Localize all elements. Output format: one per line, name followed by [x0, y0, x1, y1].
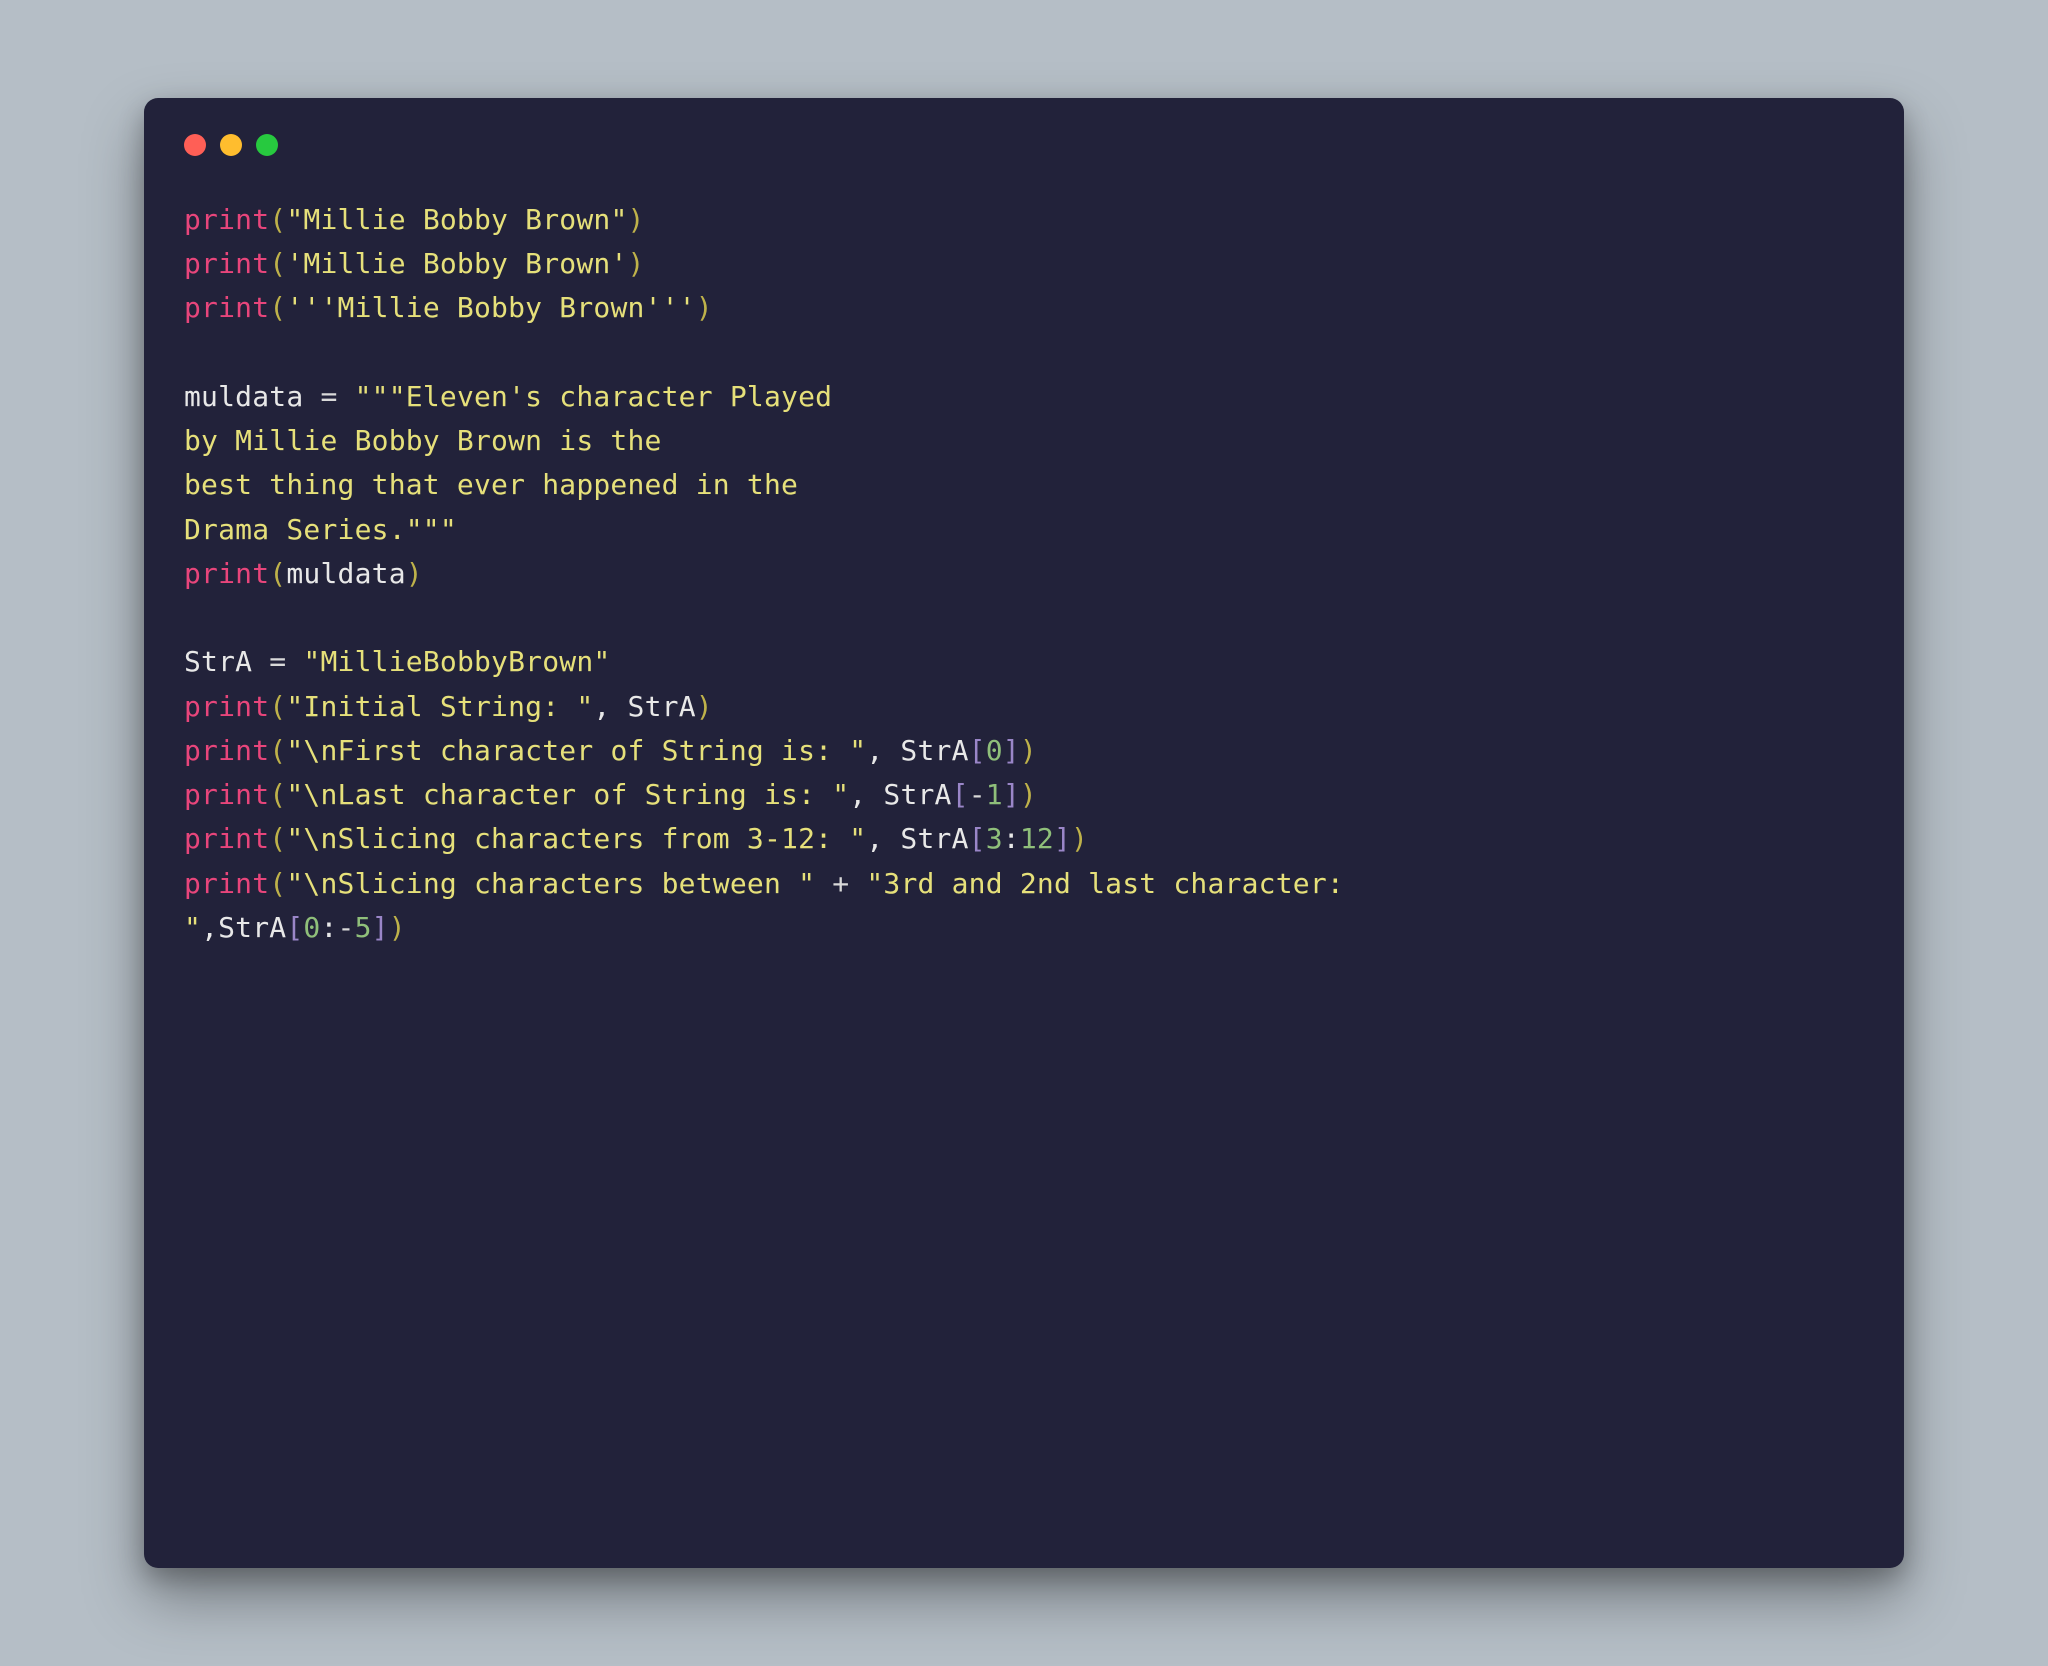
minimize-icon[interactable] [220, 134, 242, 156]
code-line [184, 596, 1864, 640]
code-line: print("\nSlicing characters from 3-12: "… [184, 817, 1864, 861]
code-line [184, 331, 1864, 375]
code-window: print("Millie Bobby Brown")print('Millie… [144, 98, 1904, 1568]
code-line: print("Initial String: ", StrA) [184, 685, 1864, 729]
window-titlebar [184, 134, 1864, 156]
code-line: Drama Series.""" [184, 508, 1864, 552]
code-line: muldata = """Eleven's character Played [184, 375, 1864, 419]
maximize-icon[interactable] [256, 134, 278, 156]
code-line: best thing that ever happened in the [184, 463, 1864, 507]
close-icon[interactable] [184, 134, 206, 156]
code-block: print("Millie Bobby Brown")print('Millie… [184, 198, 1864, 950]
code-line: print("\nSlicing characters between " + … [184, 862, 1864, 906]
code-line: print("\nLast character of String is: ",… [184, 773, 1864, 817]
code-line: print("\nFirst character of String is: "… [184, 729, 1864, 773]
code-line: ",StrA[0:-5]) [184, 906, 1864, 950]
code-line: print('Millie Bobby Brown') [184, 242, 1864, 286]
code-line: print("Millie Bobby Brown") [184, 198, 1864, 242]
code-line: StrA = "MillieBobbyBrown" [184, 640, 1864, 684]
code-line: by Millie Bobby Brown is the [184, 419, 1864, 463]
code-line: print(muldata) [184, 552, 1864, 596]
code-line: print('''Millie Bobby Brown''') [184, 286, 1864, 330]
